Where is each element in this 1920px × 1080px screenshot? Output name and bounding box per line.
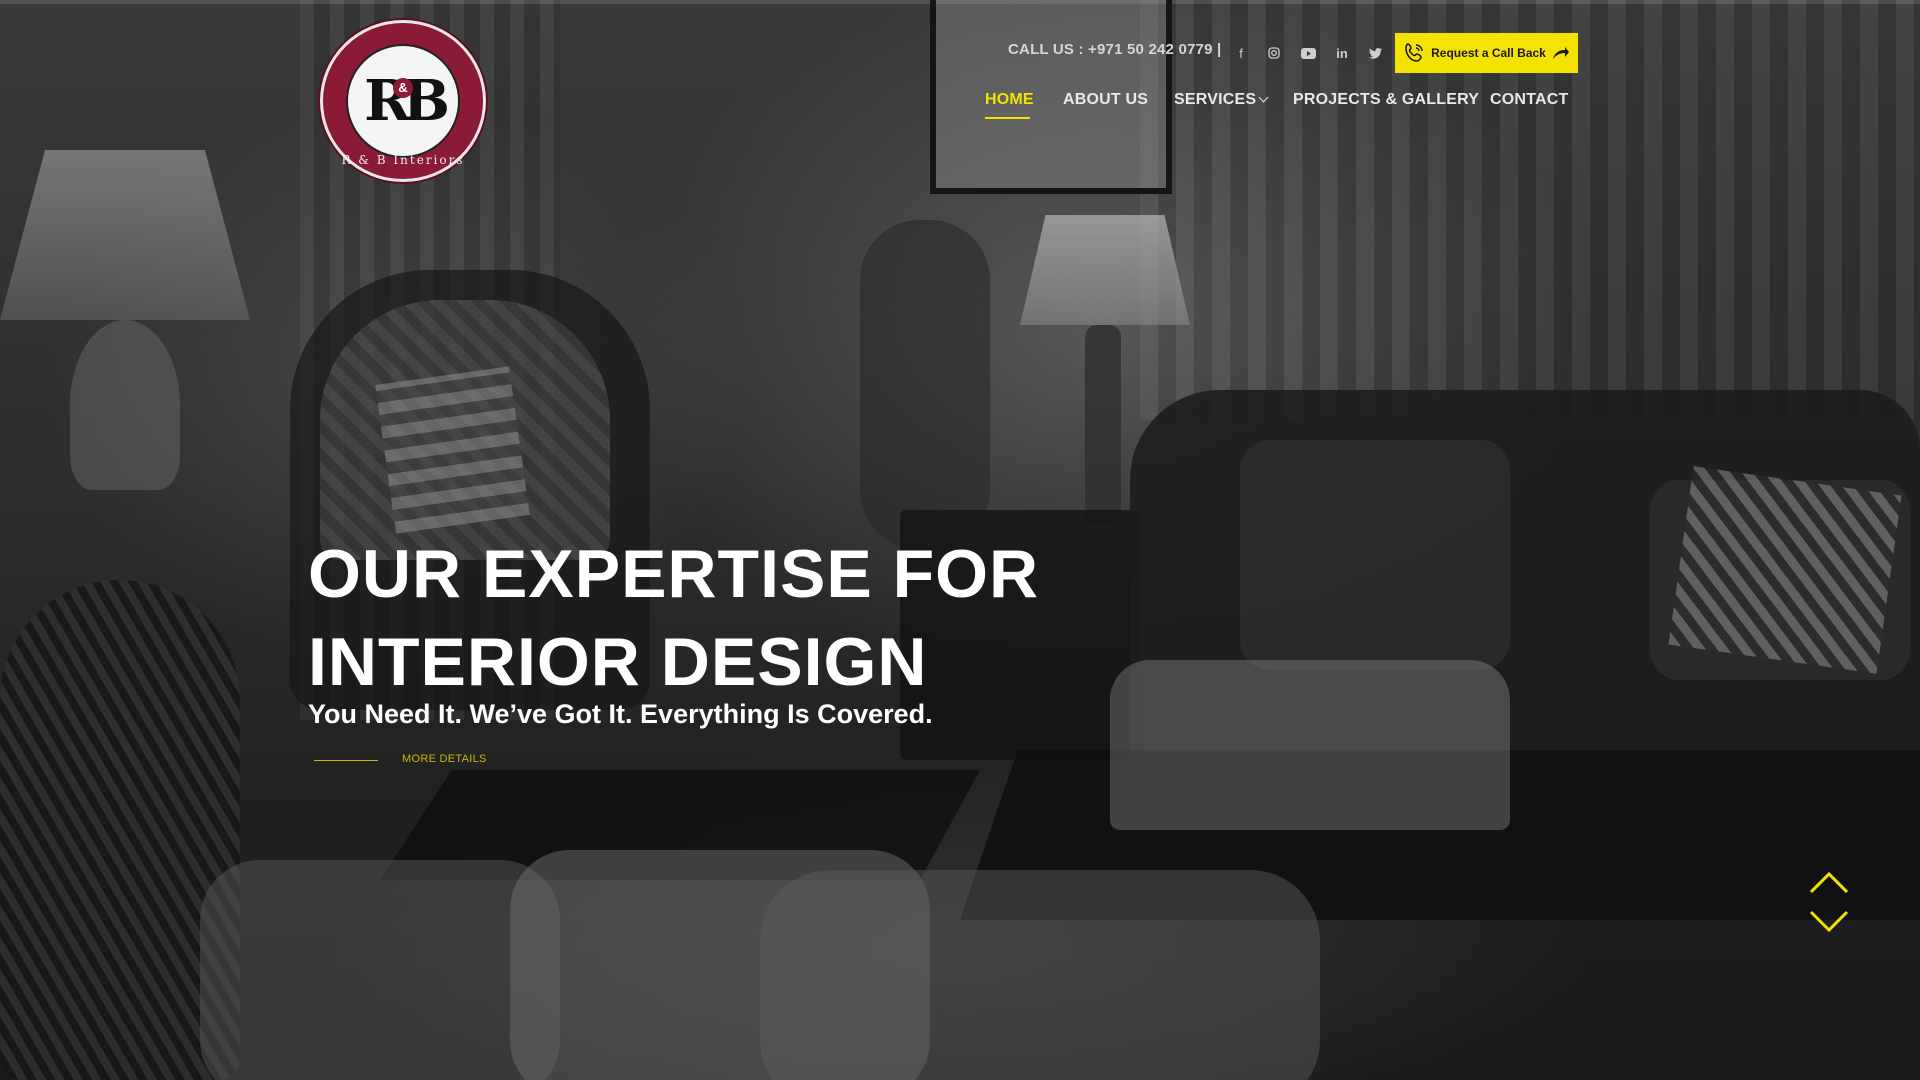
chevron-up-icon[interactable] — [1808, 870, 1850, 896]
hero-subheadline: You Need It. We’ve Got It. Everything Is… — [308, 699, 933, 729]
hero-headline-line-2: INTERIOR DESIGN — [308, 624, 928, 700]
site-logo[interactable]: RB & R & B Interiors — [320, 20, 486, 182]
linkedin-icon[interactable]: in — [1332, 43, 1352, 63]
request-call-back-label: Request a Call Back — [1431, 46, 1546, 60]
logo-ampersand: & — [393, 77, 413, 98]
nav-about-us[interactable]: ABOUT US — [1063, 91, 1148, 121]
chevron-down-icon — [1258, 92, 1269, 103]
nav-active-underline — [985, 117, 1030, 119]
nav-services-label: SERVICES — [1174, 91, 1257, 108]
twitter-glyph — [1368, 47, 1382, 59]
more-details-link[interactable]: MORE DETAILS — [402, 753, 487, 765]
twitter-icon[interactable] — [1365, 43, 1385, 63]
more-details-line — [314, 760, 378, 761]
hero-headline: OUR EXPERTISE FOR INTERIOR DESIGN — [308, 530, 1208, 706]
linkedin-glyph: in — [1336, 45, 1348, 61]
request-call-back-button[interactable]: Request a Call Back — [1395, 33, 1578, 73]
instagram-icon[interactable] — [1264, 43, 1284, 63]
hero-headline-line-1: OUR EXPERTISE FOR — [308, 536, 1040, 612]
call-us-text: CALL US : +971 50 242 0779 | — [1008, 41, 1222, 58]
nav-services[interactable]: SERVICES — [1174, 91, 1269, 121]
nav-contact[interactable]: CONTACT — [1490, 91, 1568, 121]
logo-emblem: RB & — [346, 44, 460, 158]
youtube-glyph — [1300, 47, 1316, 59]
facebook-glyph: f — [1239, 45, 1243, 61]
facebook-icon[interactable]: f — [1231, 43, 1251, 63]
chevron-down-icon[interactable] — [1808, 908, 1850, 934]
arrow-right-icon — [1552, 47, 1569, 59]
logo-ring-text: R & B Interiors — [341, 153, 465, 167]
instagram-glyph — [1268, 47, 1280, 59]
phone-icon — [1405, 43, 1423, 62]
youtube-icon[interactable] — [1298, 43, 1318, 63]
nav-projects-gallery[interactable]: PROJECTS & GALLERY — [1293, 91, 1479, 121]
